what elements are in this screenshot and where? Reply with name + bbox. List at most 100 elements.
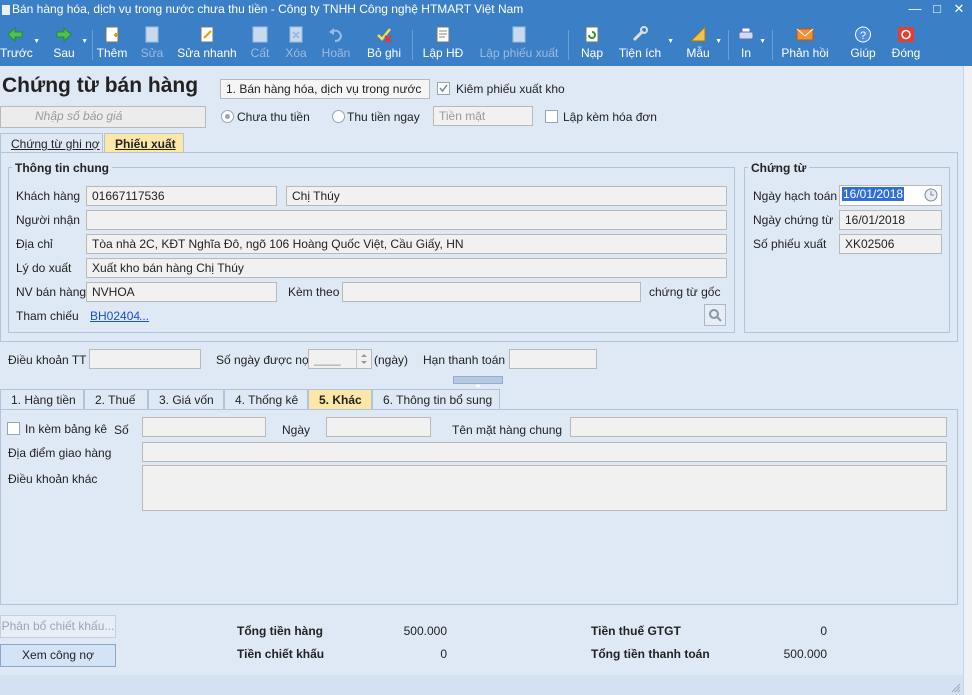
undo-icon xyxy=(329,28,343,42)
stepper-arrows[interactable] xyxy=(356,350,371,368)
calendar-icon[interactable] xyxy=(923,187,939,203)
tab-statistics[interactable]: 4. Thống kê xyxy=(224,389,308,409)
collapse-handle[interactable] xyxy=(453,376,503,387)
chevron-down-icon[interactable]: ▼ xyxy=(33,38,40,45)
check-icon xyxy=(439,84,448,93)
voucher-type-select[interactable]: 1. Bán hàng hóa, dịch vụ trong nước xyxy=(220,79,430,99)
reference-link[interactable]: BH02404 xyxy=(90,309,140,323)
add-button[interactable]: Thêm xyxy=(96,20,128,66)
chevron-down-icon[interactable]: ▼ xyxy=(667,38,674,45)
chevron-down-icon[interactable]: ▼ xyxy=(81,38,88,45)
tab-export-voucher[interactable]: Phiếu xuất xyxy=(104,133,184,153)
view-debt-button[interactable]: Xem công nợ xyxy=(0,644,116,667)
undo-button[interactable]: Hoãn xyxy=(320,20,352,66)
toolbar-separator xyxy=(728,30,729,60)
print-button[interactable]: In ▼ xyxy=(736,20,766,66)
chevron-down-icon[interactable]: ▼ xyxy=(759,38,766,45)
tab-debit-voucher[interactable]: Chứng từ ghi nợ xyxy=(0,133,103,153)
reference-search-button[interactable] xyxy=(704,304,726,326)
discount-value: 0 xyxy=(440,647,447,661)
number-label: Số xyxy=(114,423,129,437)
quote-number-input[interactable]: Nhập số báo giá xyxy=(0,106,206,128)
payment-method-select[interactable]: Tiền mặt xyxy=(433,106,533,126)
doc-date-input[interactable]: 16/01/2018 xyxy=(839,210,942,230)
save-button[interactable]: Cất xyxy=(248,20,272,66)
sales-person-input[interactable]: NVHOA xyxy=(86,282,277,302)
unpaid-label: Chưa thu tiền xyxy=(237,110,310,124)
vat-value: 0 xyxy=(820,624,827,638)
save-icon xyxy=(252,26,268,43)
other-terms-textarea[interactable] xyxy=(142,465,947,511)
export-no-input[interactable]: XK02506 xyxy=(839,234,942,254)
export-checkbox[interactable] xyxy=(437,82,450,95)
power-icon xyxy=(898,27,914,42)
receiver-input[interactable] xyxy=(86,210,727,230)
chevron-down-icon[interactable]: ▼ xyxy=(715,38,722,45)
reload-button[interactable]: Nạp xyxy=(578,20,606,66)
close-window-icon[interactable]: ✕ xyxy=(948,0,970,20)
ruler-icon xyxy=(689,26,706,42)
prev-button[interactable]: Trước ▼ xyxy=(0,20,40,66)
posting-date-input[interactable]: 16/01/2018 xyxy=(839,185,942,206)
print-list-checkbox[interactable] xyxy=(7,422,20,435)
paid-now-radio[interactable] xyxy=(332,110,345,123)
invoice-icon xyxy=(436,26,450,43)
resize-grip-icon[interactable] xyxy=(949,681,961,693)
toolbar: Trước ▼ Sau ▼ Thêm Sửa Sửa nhanh Cất Xóa H… xyxy=(0,20,972,66)
close-button[interactable]: Đóng xyxy=(890,20,922,66)
doc-date-label: Ngày chứng từ xyxy=(753,213,834,227)
attached-input[interactable] xyxy=(342,282,641,302)
toolbar-separator xyxy=(92,30,93,60)
edit-doc-icon xyxy=(145,26,159,43)
utilities-button[interactable]: Tiện ích ▼ xyxy=(616,20,674,66)
search-icon xyxy=(709,309,722,322)
address-input[interactable]: Tòa nhà 2C, KĐT Nghĩa Đô, ngõ 106 Hoàng … xyxy=(86,234,727,254)
paid-now-label: Thu tiền ngay xyxy=(347,110,420,124)
create-export-button[interactable]: Lập phiếu xuất xyxy=(476,20,562,66)
arrow-left-icon xyxy=(7,26,23,43)
customer-name-input[interactable]: Chị Thúy xyxy=(286,186,727,206)
voucher-title: Chứng từ xyxy=(748,161,810,175)
template-button[interactable]: Mẫu ▼ xyxy=(684,20,722,66)
posting-date-value: 16/01/2018 xyxy=(842,187,905,201)
tab-tax[interactable]: 2. Thuế xyxy=(84,389,148,409)
unpost-button[interactable]: Bỏ ghi xyxy=(364,20,404,66)
allocate-discount-button[interactable]: Phân bổ chiết khấu... xyxy=(0,615,116,638)
edit-button[interactable]: Sửa xyxy=(138,20,166,66)
unpost-icon xyxy=(377,28,392,43)
due-date-input[interactable] xyxy=(509,349,597,369)
tab-additional-info[interactable]: 6. Thông tin bổ sung xyxy=(372,389,500,409)
refresh-icon xyxy=(585,26,599,43)
address-label: Địa chỉ xyxy=(16,237,53,251)
customer-code-input[interactable]: 01667117536 xyxy=(86,186,277,206)
number-input[interactable] xyxy=(142,417,266,437)
help-icon: ? xyxy=(855,26,871,43)
tab-other[interactable]: 5. Khác xyxy=(308,389,372,409)
tab-cost[interactable]: 3. Giá vốn xyxy=(148,389,224,409)
feedback-button[interactable]: Phản hồi xyxy=(780,20,830,66)
date-input[interactable] xyxy=(326,417,431,437)
delivery-place-input[interactable] xyxy=(142,442,947,462)
payment-terms-input[interactable] xyxy=(89,349,201,369)
with-invoice-checkbox[interactable] xyxy=(545,110,558,123)
reference-more-link[interactable]: ... xyxy=(139,309,149,323)
maximize-icon[interactable]: □ xyxy=(926,0,948,20)
create-invoice-button[interactable]: Lập HĐ xyxy=(420,20,466,66)
svg-text:?: ? xyxy=(860,30,866,42)
status-strip xyxy=(0,675,963,695)
reason-input[interactable]: Xuất kho bán hàng Chị Thúy xyxy=(86,258,727,278)
help-button[interactable]: ? Giúp xyxy=(848,20,878,66)
tab-goods-money[interactable]: 1. Hàng tiền xyxy=(0,389,84,409)
export-doc-icon xyxy=(512,26,526,43)
attached-label: Kèm theo xyxy=(288,285,340,299)
vertical-scrollbar[interactable] xyxy=(963,66,972,695)
reason-label: Lý do xuất xyxy=(16,261,72,275)
delete-button[interactable]: Xóa xyxy=(282,20,310,66)
common-item-input[interactable] xyxy=(570,417,947,437)
unpaid-radio[interactable] xyxy=(221,110,234,123)
minimize-icon[interactable]: — xyxy=(904,0,926,20)
next-button[interactable]: Sau ▼ xyxy=(50,20,88,66)
posting-date-label: Ngày hạch toán xyxy=(753,189,838,203)
quick-edit-button[interactable]: Sửa nhanh xyxy=(176,20,238,66)
total-payment-label: Tổng tiền thanh toán xyxy=(591,647,710,661)
